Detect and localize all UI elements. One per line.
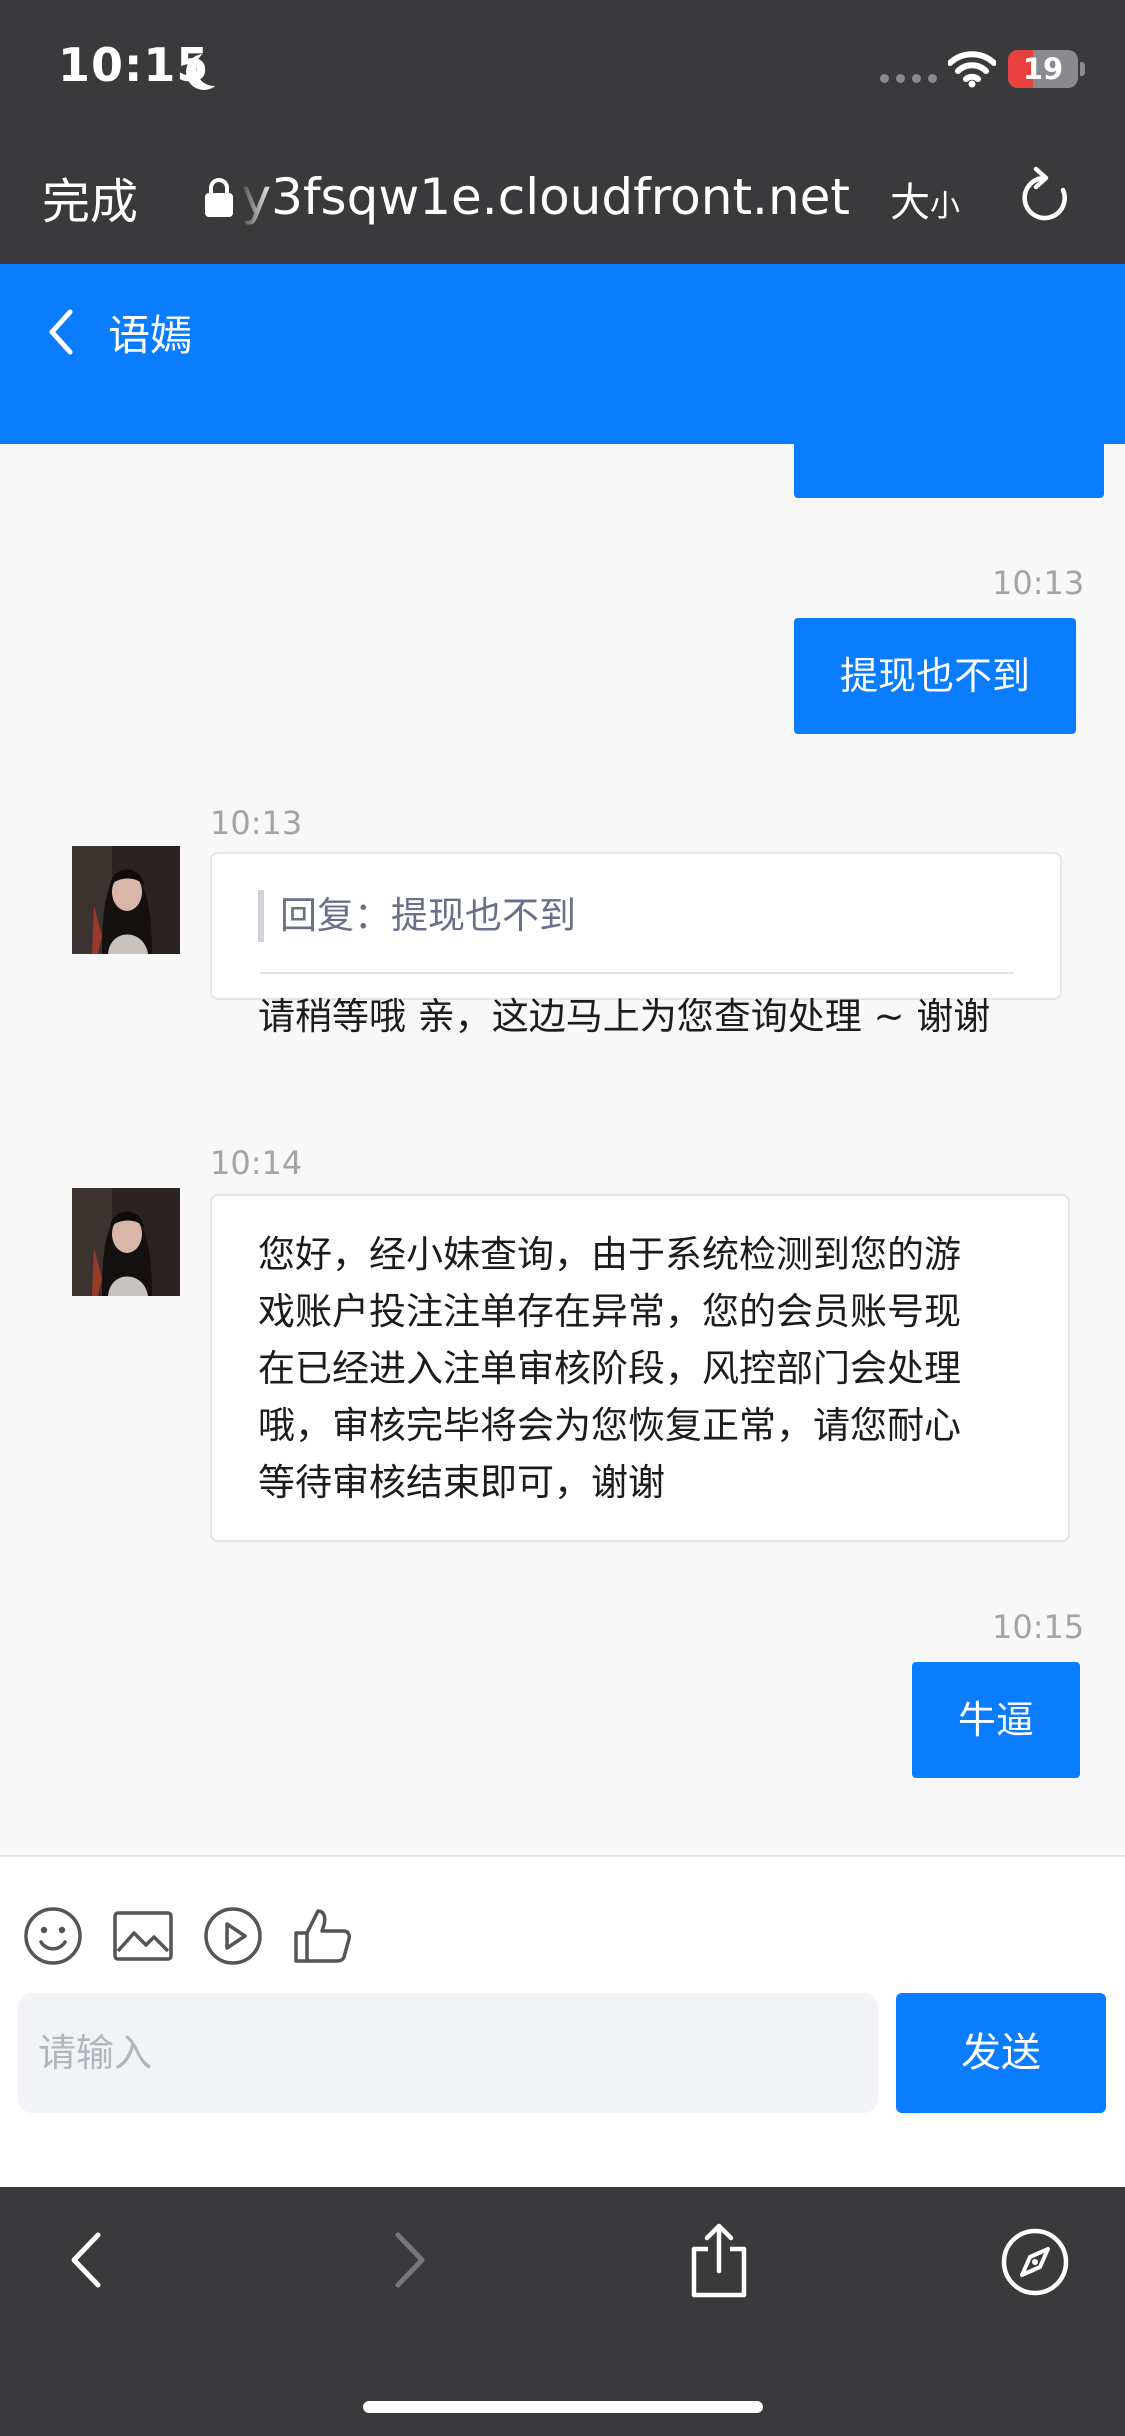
home-indicator [363, 2401, 763, 2413]
status-time: 10:15 [58, 38, 210, 92]
text-size-big: 大 [890, 180, 930, 226]
message-bubble-outgoing: 335739246 [794, 444, 1104, 498]
reply-quote: 回复：提现也不到 [258, 890, 576, 942]
composer: 发送 [0, 1855, 1125, 2187]
done-button[interactable]: 完成 [42, 162, 138, 232]
message-line: 您好，经小妹查询，由于系统检测到您的游 [258, 1233, 961, 1276]
text-size-small: 小 [930, 189, 960, 224]
lock-icon [205, 178, 233, 217]
message-time: 10:14 [210, 1144, 303, 1182]
message-list[interactable]: 335739246 10:13 提现也不到 10:13 回复：提现也不到 请稍等… [0, 444, 1125, 1855]
message-text: 牛逼 [958, 1698, 1035, 1742]
send-button[interactable]: 发送 [896, 1993, 1106, 2113]
chevron-right-icon[interactable] [390, 2229, 430, 2291]
message-line: 戏账户投注注单存在异常，您的会员账号现 [258, 1290, 961, 1333]
battery-nub [1080, 62, 1085, 76]
message-text: 提现也不到 [840, 654, 1031, 698]
message-bubble-incoming: 您好，经小妹查询，由于系统检测到您的游 戏账户投注注单存在异常，您的会员账号现 … [210, 1194, 1070, 1542]
message-line: 等待审核结束即可，谢谢 [258, 1461, 665, 1504]
image-icon[interactable] [112, 1905, 174, 1967]
reply-divider [260, 972, 1014, 974]
message-bubble-outgoing: 牛逼 [912, 1662, 1081, 1778]
message-time: 10:13 [210, 804, 303, 842]
message-line: 在已经进入注单审核阶段，风控部门会处理 [258, 1347, 961, 1390]
avatar [72, 846, 180, 954]
chat-title: 语嫣 [108, 311, 193, 360]
url-fade [238, 162, 274, 232]
chevron-left-icon[interactable] [42, 304, 78, 360]
share-icon[interactable] [688, 2223, 750, 2299]
message-input-box[interactable] [18, 1993, 878, 2113]
thumbs-up-icon[interactable] [292, 1905, 354, 1967]
browser-toolbar [0, 2187, 1125, 2436]
message-bubble-outgoing: 提现也不到 [794, 618, 1077, 734]
url-bar: 完成 y3fsqw1e.cloudfront.net 大小 [0, 132, 1125, 264]
url-text: y3fsqw1e.cloudfront.net [241, 168, 850, 226]
emoji-icon[interactable] [22, 1905, 84, 1967]
message-text: 请稍等哦 亲，这边马上为您查询处理 ~ 谢谢 [258, 995, 991, 1038]
avatar [72, 1188, 180, 1296]
page: 10:15 19 完成 y3fsqw1e.cloudfront.net 大小 语… [0, 0, 1125, 2436]
chevron-left-icon[interactable] [66, 2229, 106, 2291]
reload-icon[interactable] [1018, 166, 1072, 226]
status-bar: 10:15 19 [0, 0, 1125, 132]
message-input[interactable] [18, 1993, 878, 2113]
message-text: 您好，经小妹查询，由于系统检测到您的游 戏账户投注注单存在异常，您的会员账号现 … [258, 1226, 998, 1511]
message-time: 10:13 [992, 564, 1085, 602]
compass-icon[interactable] [1000, 2227, 1070, 2297]
message-bubble-incoming: 回复：提现也不到 请稍等哦 亲，这边马上为您查询处理 ~ 谢谢 [210, 852, 1062, 1038]
battery-level: 19 [1022, 52, 1064, 86]
wifi-icon [948, 51, 996, 88]
message-line: 哦，审核完毕将会为您恢复正常，请您耐心 [258, 1404, 961, 1447]
url-field[interactable]: y3fsqw1e.cloudfront.net [238, 162, 850, 232]
signal-icon [880, 74, 937, 83]
message-time: 10:15 [992, 1608, 1085, 1646]
chat-header: 语嫣 [0, 264, 1125, 444]
play-circle-icon[interactable] [202, 1905, 264, 1967]
moon-icon [196, 50, 232, 86]
battery-indicator: 19 [1008, 50, 1078, 88]
text-size-button[interactable]: 大小 [890, 170, 960, 228]
